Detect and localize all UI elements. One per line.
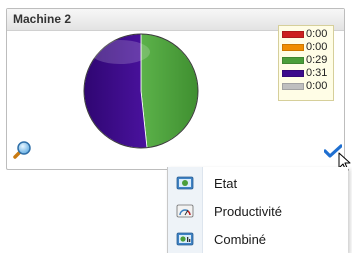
combined-view-icon (176, 232, 194, 246)
view-mode-menu: Etat Productivité Combiné (167, 167, 348, 253)
legend-entry: 0:31 (282, 67, 330, 80)
legend: 0:00 0:00 0:29 0:31 0:00 (278, 25, 334, 101)
legend-value: 0:29 (306, 54, 328, 66)
menu-item-productivite[interactable]: Productivité (168, 197, 348, 225)
menu-item-etat[interactable]: Etat (168, 169, 348, 197)
legend-entry: 0:00 (282, 41, 330, 54)
legend-entry: 0:00 (282, 28, 330, 41)
panel-title: Machine 2 (13, 12, 72, 26)
legend-swatch (282, 83, 304, 90)
legend-entry: 0:29 (282, 54, 330, 67)
state-view-icon (176, 176, 194, 190)
legend-swatch (282, 57, 304, 64)
gauge-icon (176, 204, 194, 218)
legend-swatch (282, 31, 304, 38)
menu-item-label: Productivité (214, 203, 282, 219)
legend-value: 0:00 (306, 80, 328, 92)
legend-swatch (282, 44, 304, 51)
legend-value: 0:00 (306, 28, 328, 40)
legend-swatch (282, 70, 304, 77)
machine-widget-screen: Machine 2 0:00 0:00 0:29 0:31 0:00 Etat … (0, 0, 352, 253)
menu-item-label: Etat (214, 175, 238, 191)
legend-entry: 0:00 (282, 80, 330, 93)
menu-item-combine[interactable]: Combiné (168, 225, 348, 253)
pie-chart (83, 33, 199, 149)
magnifier-icon[interactable] (12, 140, 32, 160)
legend-value: 0:00 (306, 41, 328, 53)
legend-value: 0:31 (306, 67, 328, 79)
menu-item-label: Combiné (214, 231, 267, 247)
